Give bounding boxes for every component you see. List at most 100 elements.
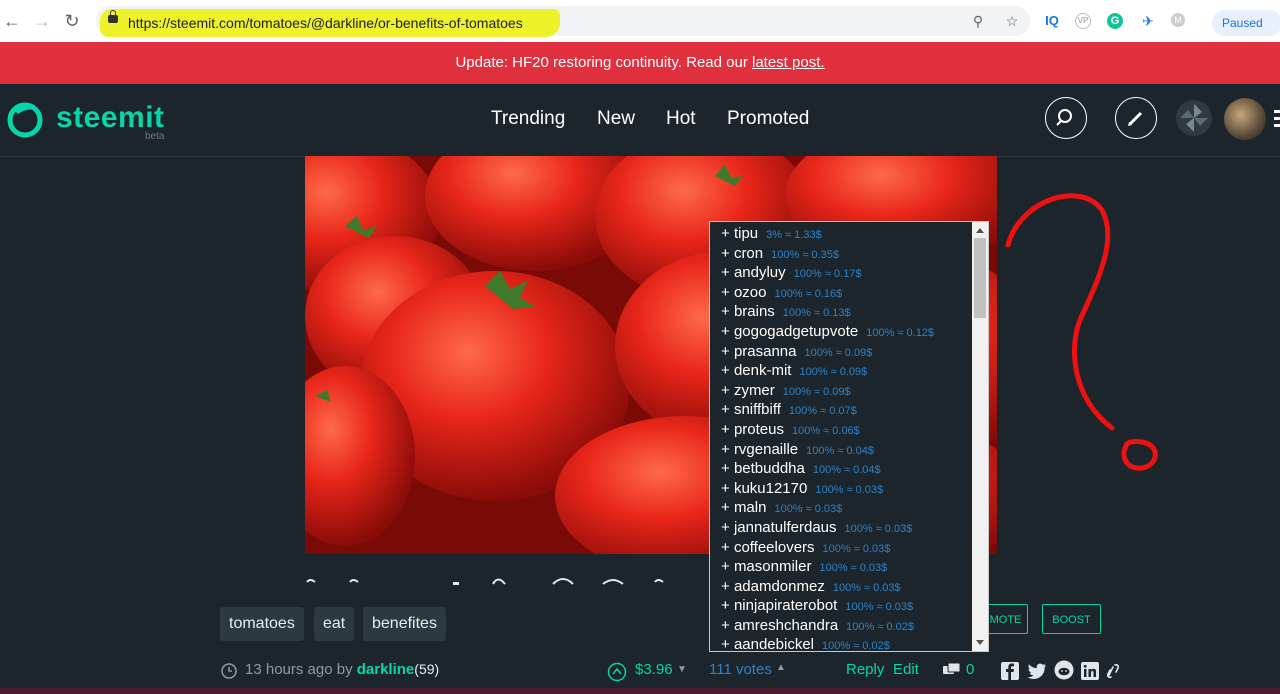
vote-row[interactable]: + gogogadgetupvote 100% ≈ 0.12$ xyxy=(721,323,934,342)
author-reputation: (59) xyxy=(414,661,440,677)
vote-row[interactable]: + sniffbiff 100% ≈ 0.07$ xyxy=(721,401,857,420)
bottom-strip xyxy=(0,688,1280,694)
scroll-up-arrow-icon[interactable] xyxy=(976,228,984,233)
banner-text: Update: HF20 restoring continuity. Read … xyxy=(455,54,752,71)
edit-link[interactable]: Edit xyxy=(893,661,919,678)
comments-count[interactable]: 0 xyxy=(966,661,974,678)
vote-row[interactable]: + rvgenaille 100% ≈ 0.04$ xyxy=(721,441,874,460)
user-avatar[interactable] xyxy=(1224,98,1266,140)
payout-amount[interactable]: $3.96 xyxy=(635,661,673,678)
voter-name: + amreshchandra xyxy=(721,617,839,634)
voter-name: + rvgenaille xyxy=(721,441,799,458)
promote-button[interactable]: MOTE xyxy=(984,604,1028,634)
steemit-logo-text[interactable]: steemit xyxy=(56,101,165,135)
hidden-action-icons xyxy=(306,578,664,585)
vote-row[interactable]: + adamdonmez 100% ≈ 0.03$ xyxy=(721,578,901,597)
beta-label: beta xyxy=(145,131,165,142)
tag-eat[interactable]: eat xyxy=(314,607,355,641)
vote-row[interactable]: + tipu 3% ≈ 1.33$ xyxy=(721,225,822,244)
vote-row[interactable]: + masonmiler 100% ≈ 0.03$ xyxy=(721,558,887,577)
latest-post-link[interactable]: latest post. xyxy=(752,54,825,71)
vote-value: 100% ≈ 0.03$ xyxy=(774,503,843,515)
profile-paused-button[interactable]: Paused xyxy=(1212,10,1280,36)
iq-extension-icon[interactable]: IQ xyxy=(1043,13,1061,29)
plane-extension-icon[interactable]: ✈ xyxy=(1139,13,1157,29)
tag-benefites[interactable]: benefites xyxy=(363,607,446,641)
vote-value: 100% ≈ 0.03$ xyxy=(844,523,913,535)
grammarly-extension-icon[interactable]: G xyxy=(1107,13,1123,29)
voter-name: + proteus xyxy=(721,421,784,438)
update-banner: Update: HF20 restoring continuity. Read … xyxy=(0,42,1280,84)
vote-row[interactable]: + betbuddha 100% ≈ 0.04$ xyxy=(721,460,881,479)
vote-row[interactable]: + jannatulferdaus 100% ≈ 0.03$ xyxy=(721,519,912,538)
nav-promoted[interactable]: Promoted xyxy=(727,108,809,130)
site-header xyxy=(0,84,1280,157)
url-text[interactable]: https://steemit.com/tomatoes/@darkline/o… xyxy=(128,15,523,31)
author-link[interactable]: darkline xyxy=(357,661,415,678)
nav-new[interactable]: New xyxy=(597,108,635,130)
back-arrow-icon[interactable]: ← xyxy=(2,11,22,31)
link-icon[interactable] xyxy=(1106,662,1120,680)
boost-button[interactable]: BOOST xyxy=(1042,604,1101,634)
vote-row[interactable]: + maln 100% ≈ 0.03$ xyxy=(721,499,842,518)
vote-row[interactable]: + coffeelovers 100% ≈ 0.03$ xyxy=(721,539,890,558)
steemit-logo-icon[interactable] xyxy=(6,100,44,138)
search-icon xyxy=(1056,109,1072,126)
vote-value: 100% ≈ 0.04$ xyxy=(806,445,874,457)
voter-name: + adamdonmez xyxy=(721,578,825,595)
forward-arrow-icon[interactable]: → xyxy=(32,11,52,31)
m-extension-icon[interactable]: M xyxy=(1171,13,1185,27)
vote-row[interactable]: + amreshchandra 100% ≈ 0.02$ xyxy=(721,617,914,636)
scroll-thumb[interactable] xyxy=(974,238,986,318)
voter-name: + ozoo xyxy=(721,284,767,301)
vote-row[interactable]: + ozoo 100% ≈ 0.16$ xyxy=(721,284,842,303)
zoom-icon[interactable]: ⚲ xyxy=(969,13,987,29)
votes-dropdown-icon[interactable]: ▲ xyxy=(776,662,786,673)
tag-tomatoes[interactable]: tomatoes xyxy=(220,607,304,641)
hamburger-menu-icon[interactable] xyxy=(1274,110,1280,113)
write-post-button[interactable] xyxy=(1115,97,1157,139)
twitter-icon[interactable] xyxy=(1027,662,1047,680)
reddit-icon[interactable] xyxy=(1054,660,1074,680)
reply-link[interactable]: Reply xyxy=(846,661,884,678)
vote-row[interactable]: + prasanna 100% ≈ 0.09$ xyxy=(721,343,872,362)
pinwheel-avatar[interactable] xyxy=(1176,100,1212,136)
reload-icon[interactable]: ↻ xyxy=(62,11,82,31)
voters-dropdown[interactable]: + tipu 3% ≈ 1.33$ + cron 100% ≈ 0.35$ + an… xyxy=(709,221,989,652)
vote-row[interactable]: + aandebickel 100% ≈ 0.02$ xyxy=(721,636,890,651)
lock-icon xyxy=(108,10,118,23)
linkedin-icon[interactable] xyxy=(1081,662,1099,680)
bookmark-star-icon[interactable]: ☆ xyxy=(1003,13,1021,29)
vote-row[interactable]: + zymer 100% ≈ 0.09$ xyxy=(721,382,851,401)
vote-value: 100% ≈ 0.13$ xyxy=(782,307,851,319)
voter-name: + masonmiler xyxy=(721,558,812,575)
voter-name: + maln xyxy=(721,499,767,516)
vote-value: 100% ≈ 0.09$ xyxy=(804,347,873,359)
vote-row[interactable]: + ninjapiraterobot 100% ≈ 0.03$ xyxy=(721,597,913,616)
nav-hot[interactable]: Hot xyxy=(666,108,696,130)
vote-value: 100% ≈ 0.09$ xyxy=(782,386,851,398)
vote-value: 100% ≈ 0.03$ xyxy=(845,601,914,613)
vote-row[interactable]: + denk-mit 100% ≈ 0.09$ xyxy=(721,362,867,381)
search-button[interactable] xyxy=(1045,97,1087,139)
votes-count[interactable]: 111 votes xyxy=(709,661,772,678)
scroll-down-arrow-icon[interactable] xyxy=(976,640,984,645)
facebook-icon[interactable] xyxy=(1001,662,1019,680)
vote-value: 100% ≈ 0.12$ xyxy=(866,327,935,339)
vote-row[interactable]: + cron 100% ≈ 0.35$ xyxy=(721,245,839,264)
popup-scrollbar[interactable] xyxy=(972,222,988,651)
vote-value: 100% ≈ 0.09$ xyxy=(799,366,868,378)
post-meta: 13 hours ago by darkline(59) xyxy=(245,661,439,678)
nav-trending[interactable]: Trending xyxy=(491,108,565,130)
vote-row[interactable]: + proteus 100% ≈ 0.06$ xyxy=(721,421,860,440)
payout-dropdown-icon[interactable]: ▼ xyxy=(677,664,687,675)
vp-extension-icon[interactable]: VP xyxy=(1075,13,1091,29)
vote-row[interactable]: + andyluy 100% ≈ 0.17$ xyxy=(721,264,861,283)
vote-row[interactable]: + brains 100% ≈ 0.13$ xyxy=(721,303,851,322)
vote-value: 3% ≈ 1.33$ xyxy=(766,229,822,241)
voter-name: + zymer xyxy=(721,382,775,399)
upvote-icon[interactable] xyxy=(607,662,627,682)
voter-name: + denk-mit xyxy=(721,362,792,379)
vote-row[interactable]: + kuku12170 100% ≈ 0.03$ xyxy=(721,480,883,499)
comments-icon[interactable] xyxy=(942,662,962,680)
